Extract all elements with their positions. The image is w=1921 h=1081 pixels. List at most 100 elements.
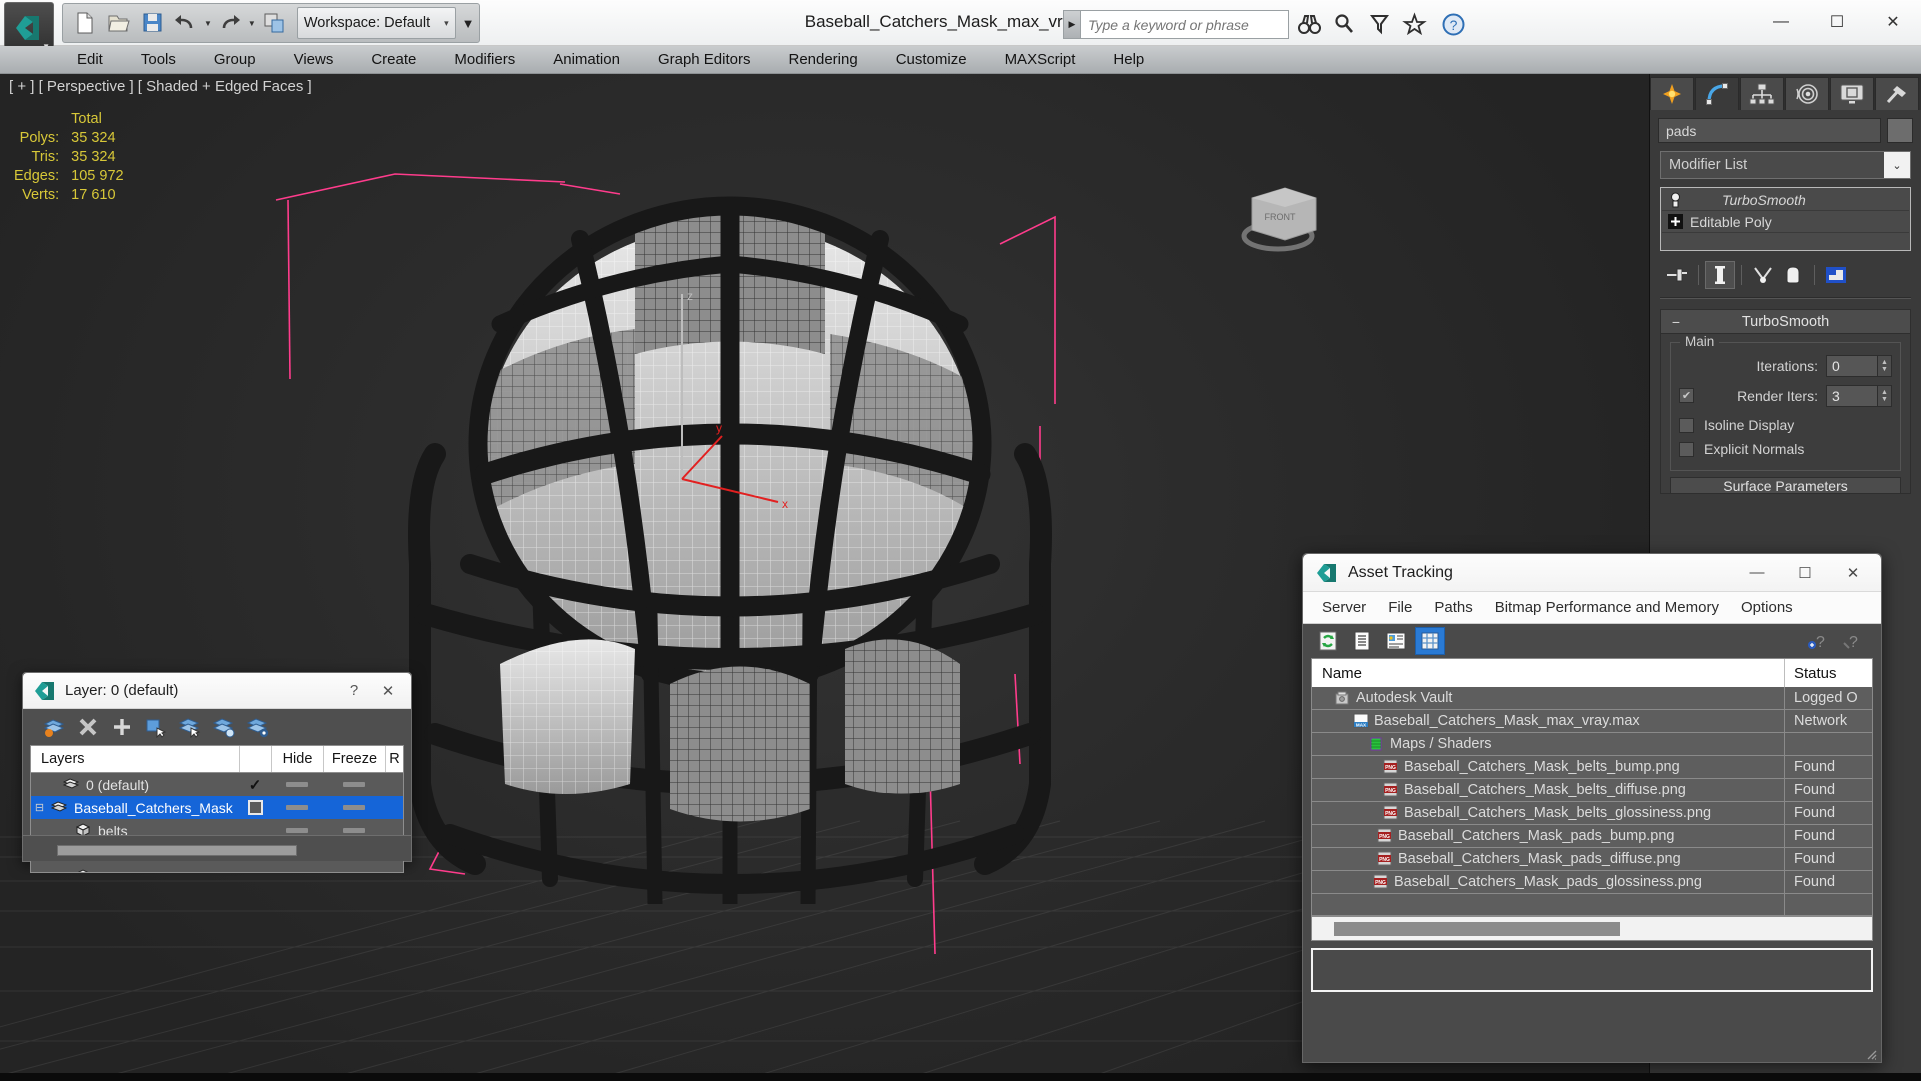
- workspace-selector[interactable]: Workspace: Default ▾: [296, 7, 456, 39]
- view-cube[interactable]: FRONT: [1230, 174, 1330, 264]
- redo-dropdown-caret[interactable]: ▼: [248, 19, 256, 28]
- pin-stack-icon[interactable]: [1662, 261, 1692, 289]
- menu-options[interactable]: Options: [1730, 593, 1804, 623]
- hide-toggle[interactable]: [271, 828, 323, 833]
- new-file-icon[interactable]: [69, 7, 99, 39]
- search-expand-icon[interactable]: ▶: [1063, 10, 1081, 39]
- magnifier-icon[interactable]: [1330, 10, 1359, 39]
- layer-row-baseball-catchers-mask[interactable]: ⊟ Baseball_Catchers_Mask: [31, 796, 403, 819]
- minimize-button[interactable]: —: [1753, 0, 1809, 44]
- asset-row-pads-bump[interactable]: PNG Baseball_Catchers_Mask_pads_bump.png…: [1312, 825, 1872, 848]
- layer-row-default[interactable]: 0 (default) ✓: [31, 773, 403, 796]
- menu-server[interactable]: Server: [1311, 593, 1377, 623]
- menu-file[interactable]: File: [1377, 593, 1423, 623]
- iterations-spinner[interactable]: ▲ ▼: [1878, 354, 1892, 377]
- column-status[interactable]: Status: [1784, 659, 1872, 687]
- asset-row-maps-shaders[interactable]: Maps / Shaders: [1312, 733, 1872, 756]
- rollout-header[interactable]: − TurboSmooth: [1661, 310, 1910, 334]
- freeze-toggle[interactable]: [323, 828, 385, 833]
- maximize-button[interactable]: ☐: [1809, 0, 1865, 44]
- menu-animation[interactable]: Animation: [534, 47, 639, 73]
- isoline-display-checkbox[interactable]: [1679, 417, 1694, 433]
- save-file-icon[interactable]: [137, 7, 167, 39]
- menu-group[interactable]: Group: [195, 47, 275, 73]
- asset-row-pads-diffuse[interactable]: PNG Baseball_Catchers_Mask_pads_diffuse.…: [1312, 848, 1872, 871]
- hide-toggle[interactable]: [271, 782, 323, 787]
- select-link-icon[interactable]: [259, 7, 289, 39]
- highlight-selected-icon[interactable]: [207, 712, 241, 742]
- freeze-toggle[interactable]: [323, 782, 385, 787]
- hide-toggle[interactable]: [271, 805, 323, 810]
- create-tab[interactable]: [1650, 77, 1694, 110]
- motion-tab[interactable]: [1785, 77, 1829, 110]
- asset-row-belts-diffuse[interactable]: PNG Baseball_Catchers_Mask_belts_diffuse…: [1312, 779, 1872, 802]
- hierarchy-tab[interactable]: [1740, 77, 1784, 110]
- close-button[interactable]: ✕: [1865, 0, 1921, 44]
- render-iters-checkbox[interactable]: ✔: [1679, 388, 1694, 403]
- object-name-field[interactable]: [1658, 118, 1881, 143]
- refresh-icon[interactable]: [1313, 627, 1343, 655]
- menu-paths[interactable]: Paths: [1423, 593, 1483, 623]
- star-icon[interactable]: [1400, 10, 1429, 39]
- modify-tab[interactable]: [1695, 77, 1739, 110]
- utilities-tab[interactable]: [1875, 77, 1919, 110]
- redo-icon[interactable]: [215, 7, 245, 39]
- stack-item-editable-poly[interactable]: Editable Poly: [1662, 211, 1909, 233]
- open-file-icon[interactable]: [103, 7, 133, 39]
- surface-parameters-rollout-header[interactable]: Surface Parameters: [1670, 477, 1901, 493]
- make-unique-icon[interactable]: [1748, 261, 1778, 289]
- horizontal-scrollbar[interactable]: [57, 845, 297, 856]
- undo-dropdown-caret[interactable]: ▼: [204, 19, 212, 28]
- layer-settings-icon[interactable]: [241, 712, 275, 742]
- help-icon[interactable]: ?: [1439, 10, 1468, 39]
- add-layer-icon[interactable]: [105, 712, 139, 742]
- undo-icon[interactable]: [171, 7, 201, 39]
- asset-dialog-title-bar[interactable]: Asset Tracking — ☐ ✕: [1303, 554, 1881, 592]
- scrollbar-thumb[interactable]: [1334, 921, 1620, 936]
- expander-collapse-icon[interactable]: ⊟: [31, 801, 48, 814]
- detail-view-icon[interactable]: [1381, 627, 1411, 655]
- render-iters-field[interactable]: 3: [1826, 384, 1878, 407]
- help-button[interactable]: ?: [337, 676, 371, 706]
- menu-edit[interactable]: Edit: [58, 47, 122, 73]
- menu-views[interactable]: Views: [275, 47, 353, 73]
- asset-row-belts-glossiness[interactable]: PNG Baseball_Catchers_Mask_belts_glossin…: [1312, 802, 1872, 825]
- viewport-label[interactable]: [ + ] [ Perspective ] [ Shaded + Edged F…: [9, 78, 312, 95]
- object-color-swatch[interactable]: [1887, 118, 1913, 143]
- resize-grip-icon[interactable]: [1865, 1048, 1877, 1060]
- asset-row-belts-bump[interactable]: PNG Baseball_Catchers_Mask_belts_bump.pn…: [1312, 756, 1872, 779]
- asset-horizontal-scrollbar[interactable]: [1311, 917, 1873, 941]
- menu-rendering[interactable]: Rendering: [769, 47, 876, 73]
- explicit-normals-checkbox[interactable]: [1679, 441, 1694, 457]
- menu-help[interactable]: Help: [1094, 47, 1163, 73]
- funnel-icon[interactable]: [1365, 10, 1394, 39]
- new-layer-icon[interactable]: [37, 712, 71, 742]
- freeze-toggle[interactable]: [323, 805, 385, 810]
- asset-row-pads-glossiness[interactable]: PNG Baseball_Catchers_Mask_pads_glossine…: [1312, 871, 1872, 894]
- render-iters-spinner[interactable]: ▲ ▼: [1878, 384, 1892, 407]
- rollout-collapse-icon[interactable]: −: [1661, 314, 1691, 330]
- search-input[interactable]: [1081, 10, 1289, 39]
- menu-tools[interactable]: Tools: [122, 47, 195, 73]
- asset-table[interactable]: Name Status Autodesk Vault Logged O MAX …: [1311, 658, 1873, 917]
- layer-dialog-title-bar[interactable]: Layer: 0 (default) ? ✕: [23, 673, 411, 709]
- explicit-normals-row[interactable]: Explicit Normals: [1679, 437, 1892, 461]
- help-query-icon[interactable]: ?: [1837, 627, 1867, 655]
- select-highlighted-icon[interactable]: [173, 712, 207, 742]
- help-add-icon[interactable]: ?: [1803, 627, 1833, 655]
- menu-graph-editors[interactable]: Graph Editors: [639, 47, 770, 73]
- transform-gizmo[interactable]: z x y: [660, 284, 820, 514]
- current-layer-indicator[interactable]: ✓: [239, 776, 271, 794]
- delete-layer-icon[interactable]: [71, 712, 105, 742]
- configure-sets-icon[interactable]: [1821, 261, 1851, 289]
- stack-item-turbosmooth[interactable]: TurboSmooth: [1662, 189, 1909, 211]
- isoline-display-row[interactable]: Isoline Display: [1679, 413, 1892, 437]
- menu-maxscript[interactable]: MAXScript: [986, 47, 1095, 73]
- show-end-result-icon[interactable]: [1705, 261, 1735, 289]
- table-view-icon[interactable]: [1415, 627, 1445, 655]
- column-name[interactable]: Name: [1312, 665, 1784, 682]
- asset-row-autodesk-vault[interactable]: Autodesk Vault Logged O: [1312, 687, 1872, 710]
- menu-bitmap-performance-and-memory[interactable]: Bitmap Performance and Memory: [1484, 593, 1730, 623]
- modifier-list-dropdown[interactable]: Modifier List ⌄: [1660, 151, 1911, 179]
- menu-customize[interactable]: Customize: [877, 47, 986, 73]
